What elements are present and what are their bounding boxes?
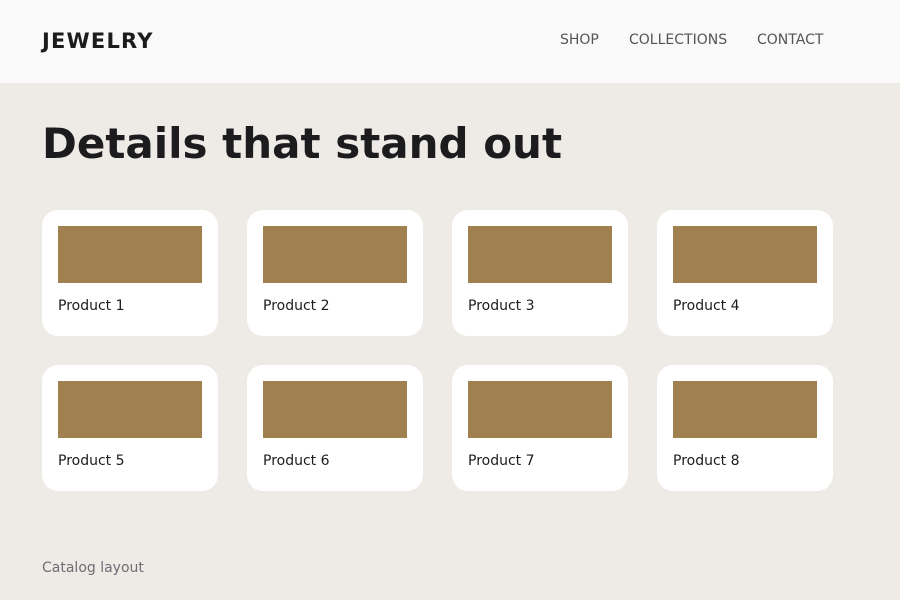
product-card[interactable]: Product 3 (452, 210, 628, 336)
nav-link-shop[interactable]: SHOP (560, 31, 599, 49)
product-name: Product 2 (263, 298, 330, 314)
product-image (58, 381, 202, 438)
nav-link-contact[interactable]: CONTACT (757, 31, 823, 49)
product-card[interactable]: Product 8 (657, 365, 833, 491)
product-card[interactable]: Product 6 (247, 365, 423, 491)
product-image (673, 381, 817, 438)
product-name: Product 5 (58, 453, 125, 469)
product-name: Product 1 (58, 298, 125, 314)
product-image (263, 226, 407, 283)
product-card[interactable]: Product 5 (42, 365, 218, 491)
brand-logo[interactable]: JEWELRY (42, 29, 154, 53)
site-header: JEWELRY SHOP COLLECTIONS CONTACT (0, 0, 900, 83)
product-image (468, 226, 612, 283)
product-card[interactable]: Product 1 (42, 210, 218, 336)
nav-link-collections[interactable]: COLLECTIONS (629, 31, 727, 49)
footer-caption: Catalog layout (42, 560, 144, 576)
product-card[interactable]: Product 4 (657, 210, 833, 336)
product-image (468, 381, 612, 438)
product-image (263, 381, 407, 438)
product-card[interactable]: Product 7 (452, 365, 628, 491)
page-title: Details that stand out (42, 119, 563, 168)
product-image (58, 226, 202, 283)
product-name: Product 7 (468, 453, 535, 469)
product-grid: Product 1 Product 2 Product 3 Product 4 … (42, 210, 862, 491)
product-image (673, 226, 817, 283)
product-name: Product 4 (673, 298, 740, 314)
product-name: Product 3 (468, 298, 535, 314)
product-name: Product 8 (673, 453, 740, 469)
product-card[interactable]: Product 2 (247, 210, 423, 336)
product-name: Product 6 (263, 453, 330, 469)
